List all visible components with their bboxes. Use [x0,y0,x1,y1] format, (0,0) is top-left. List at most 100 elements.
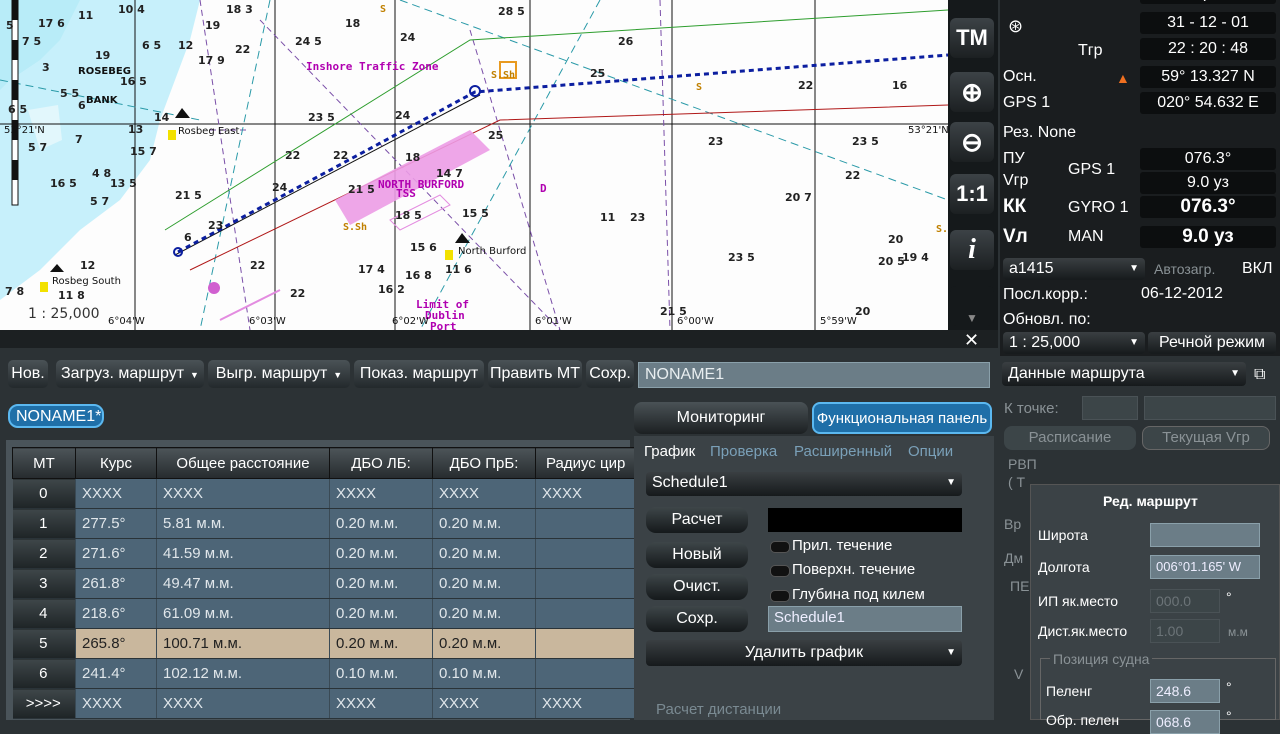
table-cell[interactable]: 0.20 м.м. [432,538,536,569]
tab-check[interactable]: Проверка [710,443,777,460]
load-route-button[interactable]: Загруз. маршрут ▼ [56,360,204,388]
table-cell[interactable] [535,508,650,539]
table-cell[interactable]: 102.12 м.м. [156,658,330,689]
col-header[interactable]: ДБО ПрБ: [432,447,536,479]
new-schedule-button[interactable]: Новый [646,542,748,568]
chart-select[interactable]: a1415 ▼ [1003,258,1145,280]
table-cell[interactable]: XXXX [432,688,536,719]
waypoint-index[interactable]: 6 [12,658,76,689]
table-cell[interactable]: XXXX [75,688,157,719]
info-button[interactable]: i [950,230,994,270]
table-cell[interactable]: XXXX [535,478,650,509]
table-cell[interactable]: XXXX [75,478,157,509]
current-speed-button[interactable]: Текущая Vгр [1142,426,1270,450]
bearing-field[interactable]: 248.6 [1150,679,1220,703]
unload-route-button[interactable]: Выгр. маршрут ▼ [208,360,350,388]
table-row[interactable]: >>>> XXXX XXXX XXXX XXXX XXXX [12,688,650,719]
chart-scrollbar[interactable]: ✕ [0,330,998,351]
table-cell[interactable]: 0.20 м.м. [329,628,433,659]
waypoint-index[interactable]: 0 [12,478,76,509]
anchor-dist-field[interactable]: 1.00 [1150,619,1220,643]
table-row[interactable]: 5 265.8° 100.71 м.м. 0.20 м.м. 0.20 м.м. [12,628,650,659]
table-cell[interactable] [535,598,650,629]
lon-field[interactable]: 006°01.165' W [1150,555,1260,579]
table-cell[interactable]: 277.5° [75,508,157,539]
show-route-button[interactable]: Показ. маршрут [354,360,484,388]
clock-icon[interactable]: ⊛ [1008,16,1023,37]
waypoint-index[interactable]: >>>> [12,688,76,719]
table-cell[interactable]: XXXX [329,478,433,509]
table-cell[interactable]: XXXX [329,688,433,719]
table-cell[interactable]: 261.8° [75,568,157,599]
tidal-checkbox[interactable] [770,541,790,553]
expand-icon[interactable]: ⧉ [1254,366,1265,384]
table-cell[interactable]: 0.20 м.м. [432,598,536,629]
table-row[interactable]: 2 271.6° 41.59 м.м. 0.20 м.м. 0.20 м.м. [12,538,650,569]
col-header[interactable]: ДБО ЛБ: [329,447,433,479]
zoom-in-button[interactable]: ⊕ [950,72,994,112]
table-cell[interactable] [535,658,650,689]
table-cell[interactable]: 271.6° [75,538,157,569]
true-motion-button[interactable]: TM [950,18,994,58]
tab-schedule[interactable]: График [644,443,695,460]
waypoint-index[interactable]: 3 [12,568,76,599]
table-row[interactable]: 3 261.8° 49.47 м.м. 0.20 м.м. 0.20 м.м. [12,568,650,599]
delete-schedule-button[interactable]: Удалить график ▼ [646,640,962,666]
route-data-select[interactable]: Данные маршрута ▼ [1002,362,1246,386]
new-route-button[interactable]: Нов. [8,360,48,388]
table-cell[interactable]: 0.10 м.м. [329,658,433,689]
table-cell[interactable]: XXXX [156,688,330,719]
reverse-bearing-field[interactable]: 068.6 [1150,710,1220,734]
to-point-select[interactable] [1082,396,1138,420]
waypoint-index[interactable]: 2 [12,538,76,569]
lat-field[interactable] [1150,523,1260,547]
table-row[interactable]: 1 277.5° 5.81 м.м. 0.20 м.м. 0.20 м.м. [12,508,650,539]
table-cell[interactable]: 100.71 м.м. [156,628,330,659]
route-name-field[interactable]: NONAME1 [638,362,990,388]
waypoint-index[interactable]: 5 [12,628,76,659]
zoom-out-button[interactable]: ⊖ [950,122,994,162]
table-cell[interactable]: 0.20 м.м. [432,508,536,539]
table-cell[interactable]: 265.8° [75,628,157,659]
table-cell[interactable]: 0.20 м.м. [329,538,433,569]
table-cell[interactable]: XXXX [432,478,536,509]
table-cell[interactable]: XXXX [156,478,330,509]
clear-button[interactable]: Очист. [646,574,748,600]
close-icon[interactable]: ✕ [964,330,979,351]
to-point-field[interactable] [1144,396,1276,420]
table-cell[interactable]: 0.20 м.м. [329,598,433,629]
table-row[interactable]: 6 241.4° 102.12 м.м. 0.10 м.м. 0.10 м.м. [12,658,650,689]
table-cell[interactable] [535,628,650,659]
col-header[interactable]: Общее расстояние [156,447,330,479]
schedule-name-field[interactable]: Schedule1 [768,606,962,632]
col-header[interactable]: Курс [75,447,157,479]
table-cell[interactable] [535,568,650,599]
schedule-select[interactable]: Schedule1 ▼ [646,472,962,496]
table-cell[interactable]: 241.4° [75,658,157,689]
tab-advanced[interactable]: Расширенный [794,443,892,460]
edit-waypoint-button[interactable]: Править МТ [488,360,582,388]
table-cell[interactable]: 0.20 м.м. [432,628,536,659]
table-cell[interactable] [535,538,650,569]
table-cell[interactable]: 218.6° [75,598,157,629]
table-cell[interactable]: 61.09 м.м. [156,598,330,629]
function-panel-button[interactable]: Функциональная панель [812,402,992,434]
table-cell[interactable]: 49.47 м.м. [156,568,330,599]
waypoint-index[interactable]: 4 [12,598,76,629]
table-cell[interactable]: 0.20 м.м. [432,568,536,599]
scale-1-1-button[interactable]: 1:1 [950,174,994,214]
scroll-down-button[interactable]: ▼ [950,286,994,326]
table-cell[interactable]: 41.59 м.м. [156,538,330,569]
scale-select[interactable]: 1 : 25,000 ▼ [1003,332,1145,354]
nautical-chart[interactable]: 11 10 4 18 3 12 6 5 19 17 9 22 18 24 5 2… [0,0,948,330]
monitoring-button[interactable]: Мониторинг [634,402,808,434]
tab-options[interactable]: Опции [908,443,953,460]
schedule-button[interactable]: Расписание [1004,426,1136,450]
table-cell[interactable]: XXXX [535,688,650,719]
save-route-button[interactable]: Сохр. [586,360,634,388]
table-cell[interactable]: 0.20 м.м. [329,568,433,599]
table-row[interactable]: 0 XXXX XXXX XXXX XXXX XXXX [12,478,650,509]
calculate-button[interactable]: Расчет [646,507,748,533]
table-cell[interactable]: 0.10 м.м. [432,658,536,689]
autoload-state[interactable]: ВКЛ [1242,260,1273,278]
